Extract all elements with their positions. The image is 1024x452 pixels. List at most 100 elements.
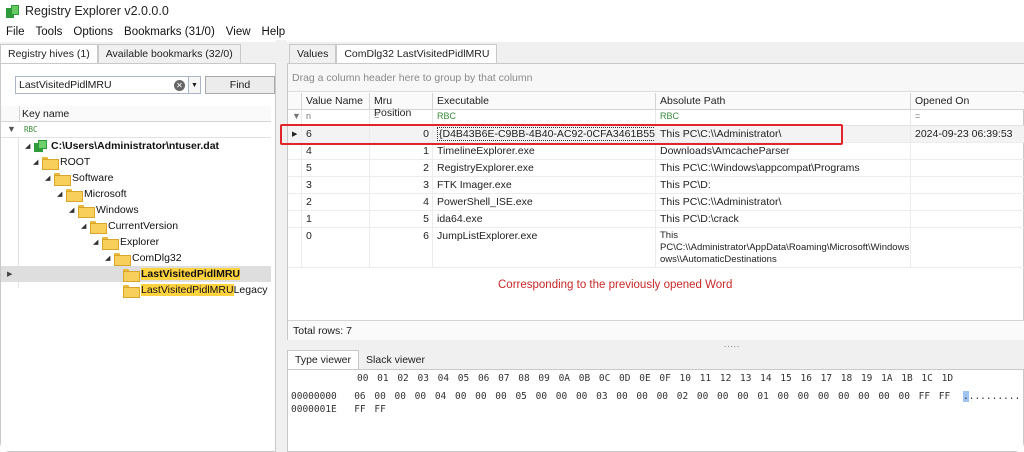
cell-absolute-path[interactable]: This PC\C:\Windows\appcompat\Programs bbox=[656, 160, 911, 176]
tree-node-label: Windows bbox=[96, 204, 139, 216]
tab-slack-viewer[interactable]: Slack viewer bbox=[359, 350, 432, 369]
tree-node-hive[interactable]: ◢ C:\Users\Administrator\ntuser.dat bbox=[1, 138, 271, 154]
cell-executable[interactable]: FTK Imager.exe bbox=[433, 177, 656, 193]
table-row[interactable]: 1 5 ida64.exe This PC\D:\crack bbox=[288, 211, 1024, 228]
cell-absolute-path[interactable]: This PC\C:\\Administrator\ bbox=[656, 194, 911, 210]
key-name-column-header[interactable]: Key name bbox=[22, 108, 69, 120]
tab-type-viewer[interactable]: Type viewer bbox=[287, 350, 360, 369]
menu-options[interactable]: Options bbox=[73, 26, 113, 38]
table-row[interactable]: 2 4 PowerShell_ISE.exe This PC\C:\\Admin… bbox=[288, 194, 1024, 211]
cell-opened-on[interactable] bbox=[911, 177, 1024, 193]
cell-opened-on[interactable] bbox=[911, 160, 1024, 176]
cell-executable[interactable]: ida64.exe bbox=[433, 211, 656, 227]
cell-mru-position[interactable]: 2 bbox=[370, 160, 433, 176]
column-header-absolute-path[interactable]: Absolute Path bbox=[656, 93, 911, 110]
cell-opened-on[interactable] bbox=[911, 194, 1024, 210]
horizontal-splitter-grip[interactable]: ..... bbox=[724, 340, 740, 349]
panel-splitter[interactable] bbox=[276, 40, 287, 452]
header-separator bbox=[19, 106, 20, 122]
hex-line: 0000001E FF FF bbox=[291, 404, 386, 415]
collapse-icon[interactable]: ◢ bbox=[57, 190, 66, 198]
cell-opened-on[interactable] bbox=[911, 143, 1024, 159]
clear-search-icon[interactable]: ✕ bbox=[174, 80, 185, 91]
collapse-icon[interactable]: ◢ bbox=[33, 158, 42, 166]
total-rows-footer: Total rows: 7 bbox=[288, 320, 1024, 340]
tree-node-software[interactable]: ◢ Software bbox=[1, 170, 271, 186]
collapse-icon[interactable]: ◢ bbox=[93, 238, 102, 246]
tree-node-lastvisitedpidlmru[interactable]: ▶ LastVisitedPidlMRU bbox=[1, 266, 271, 282]
search-input[interactable]: LastVisitedPidlMRU ✕ bbox=[15, 76, 189, 94]
folder-icon bbox=[42, 156, 59, 170]
tree-node-windows[interactable]: ◢ Windows bbox=[1, 202, 271, 218]
tab-comdlg32-lastvisited[interactable]: ComDlg32 LastVisitedPidlMRU bbox=[336, 44, 498, 63]
cell-mru-position[interactable]: 5 bbox=[370, 211, 433, 227]
menu-help[interactable]: Help bbox=[262, 26, 286, 38]
collapse-icon[interactable]: ◢ bbox=[69, 206, 78, 214]
tree-node-label: ComDlg32 bbox=[132, 252, 182, 264]
menu-tools[interactable]: Tools bbox=[36, 26, 63, 38]
cell-opened-on[interactable] bbox=[911, 211, 1024, 227]
tree-node-label: Software bbox=[72, 172, 114, 184]
menu-view[interactable]: View bbox=[226, 26, 251, 38]
cell-absolute-path[interactable]: This PC\C:\\Administrator\AppData\Roamin… bbox=[656, 228, 911, 267]
row-indicator bbox=[288, 160, 302, 176]
table-row[interactable]: 0 6 JumpListExplorer.exe This PC\C:\\Adm… bbox=[288, 228, 1024, 268]
folder-icon bbox=[123, 284, 140, 298]
cell-opened-on[interactable] bbox=[911, 228, 1024, 267]
cell-mru-position[interactable]: 4 bbox=[370, 194, 433, 210]
row-indicator bbox=[288, 211, 302, 227]
cell-absolute-path[interactable]: This PC\D: bbox=[656, 177, 911, 193]
collapse-icon[interactable]: ◢ bbox=[25, 142, 34, 150]
hex-viewer[interactable]: 00 01 02 03 04 05 06 07 08 09 0A 0B 0C 0… bbox=[287, 369, 1024, 452]
cell-mru-position[interactable]: 6 bbox=[370, 228, 433, 267]
tab-available-bookmarks[interactable]: Available bookmarks (32/0) bbox=[97, 44, 241, 63]
tab-registry-hives[interactable]: Registry hives (1) bbox=[0, 44, 98, 63]
collapse-icon[interactable]: ◢ bbox=[81, 222, 90, 230]
cell-absolute-path[interactable]: Downloads\AmcacheParser bbox=[656, 143, 911, 159]
path-line: ows\\AutomaticDestinations bbox=[660, 254, 777, 265]
cell-value-name[interactable]: 0 bbox=[302, 228, 370, 267]
cell-executable[interactable]: PowerShell_ISE.exe bbox=[433, 194, 656, 210]
cell-mru-position[interactable]: 1 bbox=[370, 143, 433, 159]
cell-value-name[interactable]: 2 bbox=[302, 194, 370, 210]
cell-opened-on[interactable]: 2024-09-23 06:39:53 bbox=[911, 126, 1024, 142]
cell-value-name[interactable]: 4 bbox=[302, 143, 370, 159]
column-header-opened-on[interactable]: Opened On bbox=[911, 93, 1024, 110]
column-header-mru-position[interactable]: Mru Position bbox=[370, 93, 433, 119]
tree-filter-row[interactable]: ▼ RBC bbox=[1, 122, 271, 138]
filter-opened-on[interactable]: = bbox=[911, 110, 1024, 126]
tree-node-currentversion[interactable]: ◢ CurrentVersion bbox=[1, 218, 271, 234]
collapse-icon[interactable]: ◢ bbox=[105, 254, 114, 262]
table-row[interactable]: 5 2 RegistryExplorer.exe This PC\C:\Wind… bbox=[288, 160, 1024, 177]
cell-value-name[interactable]: 3 bbox=[302, 177, 370, 193]
column-header-executable[interactable]: Executable bbox=[433, 93, 656, 110]
ascii-column: .......... bbox=[963, 391, 1020, 402]
group-by-area[interactable]: Drag a column header here to group by th… bbox=[288, 64, 1024, 92]
cell-mru-position[interactable]: 3 bbox=[370, 177, 433, 193]
tree-node-root[interactable]: ◢ ROOT bbox=[1, 154, 271, 170]
tree-node-microsoft[interactable]: ◢ Microsoft bbox=[1, 186, 271, 202]
cell-value-name[interactable]: 5 bbox=[302, 160, 370, 176]
tree-node-explorer[interactable]: ◢ Explorer bbox=[1, 234, 271, 250]
menu-bookmarks[interactable]: Bookmarks (31/0) bbox=[124, 26, 215, 38]
column-header-value-name[interactable]: Value Name bbox=[302, 93, 370, 110]
table-row[interactable]: 3 3 FTK Imager.exe This PC\D: bbox=[288, 177, 1024, 194]
collapse-icon[interactable]: ◢ bbox=[45, 174, 54, 182]
find-button[interactable]: Find bbox=[205, 76, 275, 94]
bottom-tab-strip: Type viewer Slack viewer bbox=[287, 350, 432, 369]
left-tab-strip: Registry hives (1) Available bookmarks (… bbox=[0, 44, 276, 63]
tree-node-label-suffix: Legacy bbox=[233, 284, 268, 296]
tree-node-comdlg32[interactable]: ◢ ComDlg32 bbox=[1, 250, 271, 266]
cell-executable[interactable]: RegistryExplorer.exe bbox=[433, 160, 656, 176]
tree-node-label: ROOT bbox=[60, 156, 91, 168]
cell-absolute-path[interactable]: This PC\D:\crack bbox=[656, 211, 911, 227]
tab-values[interactable]: Values bbox=[289, 44, 337, 63]
folder-icon bbox=[54, 172, 71, 186]
table-row[interactable]: 4 1 TimelineExplorer.exe Downloads\Amcac… bbox=[288, 143, 1024, 160]
cell-executable[interactable]: TimelineExplorer.exe bbox=[433, 143, 656, 159]
menu-file[interactable]: File bbox=[6, 26, 25, 38]
tree-node-lastvisitedpidlmru-legacy[interactable]: LastVisitedPidlMRULegacy bbox=[1, 282, 271, 298]
search-dropdown-button[interactable]: ▼ bbox=[189, 76, 201, 94]
cell-value-name[interactable]: 1 bbox=[302, 211, 370, 227]
cell-executable[interactable]: JumpListExplorer.exe bbox=[433, 228, 656, 267]
